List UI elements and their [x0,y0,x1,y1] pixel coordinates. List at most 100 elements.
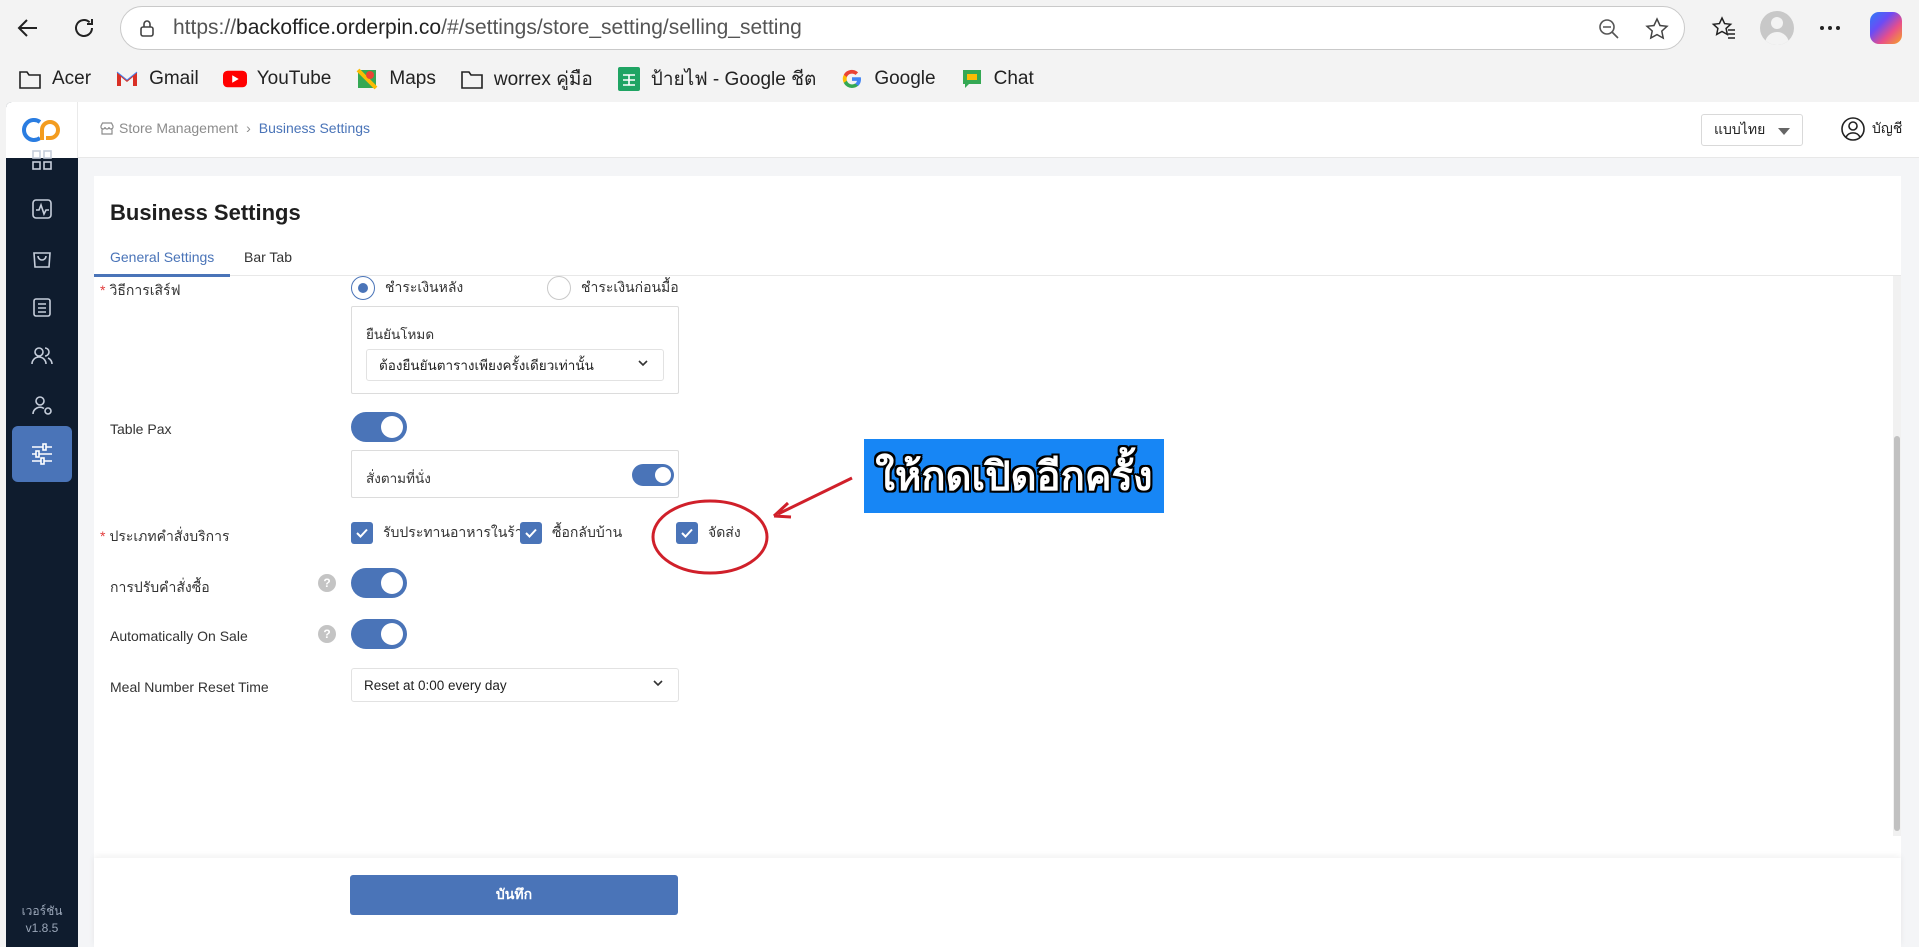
app-version: เวอร์ชัน v1.8.5 [6,903,78,937]
sidebar-item-dashboard[interactable] [12,132,72,188]
checkbox-label: รับประทานอาหารในร้าน [383,524,533,540]
checkbox-takeaway[interactable]: ซื้อกลับบ้าน [520,522,622,544]
back-button[interactable] [10,10,46,46]
tab-general-settings[interactable]: General Settings [94,249,231,277]
main-content: Business Settings General Settings Bar T… [78,158,1919,947]
caret-down-icon [1778,128,1790,135]
toggle-knob [381,416,403,438]
sidebar-item-products[interactable] [12,230,72,286]
bookmark-gmail[interactable]: Gmail [115,63,199,95]
help-icon[interactable]: ? [318,625,336,643]
zoom-out-icon[interactable] [1597,17,1621,41]
breadcrumb-root[interactable]: Store Management [119,120,238,136]
lock-icon[interactable] [135,16,159,40]
copilot-icon[interactable] [1870,12,1902,44]
order-adjust-label: การปรับคำสั่งซื้อ [110,579,210,595]
bookmark-label: Chat [993,68,1034,89]
more-options-icon[interactable] [1814,12,1846,44]
sidebar-item-reports[interactable] [12,181,72,237]
bookmark-youtube[interactable]: YouTube [222,63,332,95]
confirm-mode-box: ยืนยันโหมด ต้องยืนยันตารางเพียงครั้งเดีย… [351,306,679,394]
order-by-seat-label: สั่งตามที่นั่ง [366,471,431,486]
bookmarks-bar: Acer Gmail YouTube Maps worrex คู่มือ ป้… [0,56,1919,102]
sidebar-item-stores[interactable] [12,279,72,335]
auto-on-sale-label: Automatically On Sale [110,628,248,644]
sidebar-item-members[interactable] [12,328,72,384]
url-path: /#/settings/store_setting/selling_settin… [441,16,802,39]
sidebar-item-staff[interactable] [12,377,72,433]
browser-toolbar: https://backoffice.orderpin.co/#/setting… [0,0,1919,56]
profile-avatar[interactable] [1760,11,1794,45]
check-icon[interactable] [351,522,373,544]
bookmark-google[interactable]: Google [840,63,936,95]
order-by-seat-box: สั่งตามที่นั่ง [351,450,679,498]
bookmark-chat[interactable]: Chat [960,63,1034,95]
app-header: Store Management › Business Settings แบบ… [78,102,1919,158]
footer-actions: บันทึก [94,858,1901,947]
check-icon[interactable] [520,522,542,544]
annotation-text: ให้กดเปิดอีกครั้ง [875,455,1153,499]
chevron-right-icon: › [246,120,251,136]
service-method-text: วิธีการเสิร์ฟ [109,282,181,298]
confirm-mode-value: ต้องยืนยันตารางเพียงครั้งเดียวเท่านั้น [379,358,594,373]
confirm-mode-label: ยืนยันโหมด [366,327,435,342]
auto-on-sale-toggle[interactable] [351,619,407,649]
checkbox-dine-in[interactable]: รับประทานอาหารในร้าน [351,522,532,544]
version-number: v1.8.5 [25,921,59,935]
toggle-knob [655,467,671,483]
bookmark-maps[interactable]: Maps [355,63,436,95]
breadcrumb: Store Management › Business Settings [100,120,370,136]
url-prefix: https:// [173,16,237,39]
bookmark-acer[interactable]: Acer [18,63,91,95]
reload-button[interactable] [66,10,102,46]
scrollbar[interactable] [1893,276,1901,836]
settings-panel: Business Settings General Settings Bar T… [94,176,1901,941]
toggle-knob [381,623,403,645]
chevron-down-icon [638,360,648,367]
language-value: แบบไทย [1714,121,1766,137]
page-title: Business Settings [110,200,301,225]
sliders-icon [32,443,52,465]
bookmark-worrex[interactable]: worrex คู่มือ [460,63,593,95]
scrollbar-thumb[interactable] [1894,436,1900,831]
sheets-icon [617,67,641,91]
check-icon[interactable] [676,522,698,544]
required-mark: * [100,282,106,298]
chat-icon [960,67,984,91]
bookmark-label: Maps [389,68,436,89]
bookmark-sheets[interactable]: ป้ายไฟ - Google ชีต [617,63,816,95]
language-select[interactable]: แบบไทย [1701,114,1803,146]
favorites-icon[interactable] [1708,12,1740,44]
toggle-knob [381,572,403,594]
sidebar-item-settings[interactable] [12,426,72,482]
order-by-seat-toggle[interactable] [632,464,674,486]
address-bar[interactable]: https://backoffice.orderpin.co/#/setting… [120,6,1685,50]
radio-pay-after[interactable]: ชำระเงินหลัง [351,276,463,300]
sidebar: เวอร์ชัน v1.8.5 [6,102,78,947]
bookmark-label: worrex คู่มือ [493,69,593,90]
tab-bar: General Settings Bar Tab [94,240,1901,277]
favorite-star-icon[interactable] [1645,17,1669,41]
google-icon [840,67,864,91]
checkbox-label: จัดส่ง [708,524,741,540]
tab-bar-tab[interactable]: Bar Tab [244,249,292,274]
order-adjust-toggle[interactable] [351,568,407,598]
bookmark-label: YouTube [256,68,332,89]
radio-circle[interactable] [547,276,571,300]
breadcrumb-current: Business Settings [258,120,371,136]
help-icon[interactable]: ? [318,574,336,592]
radio-circle-checked[interactable] [351,276,375,300]
users-icon [31,347,53,365]
chevron-down-icon [653,680,663,687]
store-icon [100,122,114,135]
bookmark-label: Gmail [149,68,199,89]
table-pax-toggle[interactable] [351,412,407,442]
app-window: เวอร์ชัน v1.8.5 Store Management › Busin… [6,102,1919,947]
url-text[interactable]: https://backoffice.orderpin.co/#/setting… [173,16,802,40]
checkbox-delivery[interactable]: จัดส่ง [676,522,741,544]
meal-reset-select[interactable]: Reset at 0:00 every day [351,668,679,702]
radio-pay-before[interactable]: ชำระเงินก่อนมื้อ [547,276,679,300]
confirm-mode-select[interactable]: ต้องยืนยันตารางเพียงครั้งเดียวเท่านั้น [366,349,664,381]
save-button[interactable]: บันทึก [350,875,678,915]
account-menu[interactable]: บัญชี [1840,116,1902,142]
